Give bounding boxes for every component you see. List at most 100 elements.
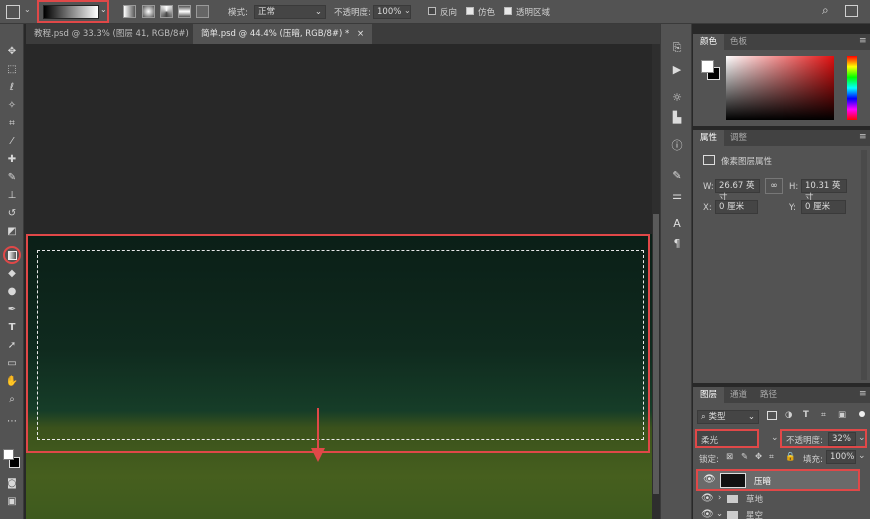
crop-tool-icon[interactable]: ⌗ (3, 116, 21, 132)
filter-shape-icon[interactable]: ⌗ (821, 410, 826, 420)
hand-tool-icon[interactable]: ✋ (3, 374, 21, 390)
visibility-eye-icon[interactable]: 👁 (701, 509, 714, 519)
foreground-color-swatch[interactable] (701, 60, 714, 73)
filter-pixel-icon[interactable] (767, 411, 777, 420)
layer-opacity-dropdown-icon[interactable]: ⌄ (858, 433, 866, 443)
blend-mode-dropdown-icon[interactable]: ⌄ (771, 433, 779, 443)
color-field[interactable] (726, 56, 834, 120)
tab-adjustments[interactable]: 调整 (723, 130, 754, 146)
visibility-eye-icon[interactable]: 👁 (701, 493, 714, 504)
pen-tool-icon[interactable]: ✒ (3, 302, 21, 318)
move-tool-icon[interactable]: ✥ (3, 44, 21, 60)
tab-paths[interactable]: 路径 (753, 387, 784, 403)
type-tool-icon[interactable]: T (3, 320, 21, 336)
fill-dropdown-icon[interactable]: ⌄ (858, 451, 866, 461)
eyedropper-tool-icon[interactable]: ⁄ (3, 134, 21, 150)
tab-simple[interactable]: 简单.psd @ 44.4% (压暗, RGB/8#) * × (193, 24, 373, 44)
history-icon[interactable]: ⎘ (669, 40, 685, 56)
linear-gradient-button[interactable] (123, 5, 136, 18)
lock-pixels-icon[interactable]: ✎ (741, 452, 748, 462)
shape-tool-icon[interactable]: ▭ (3, 356, 21, 372)
tab-color[interactable]: 颜色 (693, 34, 725, 50)
adjustments-icon[interactable]: ☼ (669, 90, 685, 106)
close-icon[interactable]: × (357, 29, 364, 39)
hue-slider[interactable] (847, 56, 857, 120)
y-field[interactable]: 0 厘米 (801, 200, 846, 214)
lock-artboard-icon[interactable]: ⌗ (769, 452, 774, 462)
dodge-tool-icon[interactable]: ● (3, 284, 21, 300)
brush-tool-icon[interactable]: ✎ (3, 170, 21, 186)
chevron-down-icon[interactable]: ⌄ (24, 5, 31, 14)
search-icon[interactable]: ⌕ (822, 3, 829, 18)
more-tools-icon[interactable]: ⋯ (3, 414, 21, 430)
tab-properties[interactable]: 属性 (693, 130, 725, 146)
brush-settings-icon[interactable]: ✎ (669, 168, 685, 184)
panel-menu-icon[interactable]: ≡ (859, 36, 867, 46)
filter-smart-object-icon[interactable]: ▣ (838, 410, 846, 420)
vertical-scrollbar[interactable] (652, 44, 660, 519)
x-field[interactable]: 0 厘米 (715, 200, 758, 214)
filter-type-icon[interactable]: T (803, 410, 809, 420)
transparency-checkbox[interactable] (504, 7, 512, 15)
layer-filter-select[interactable]: ⌕ 类型 ⌄ (697, 410, 759, 424)
histogram-icon[interactable]: ▙ (669, 110, 685, 126)
magic-wand-tool-icon[interactable]: ✧ (3, 98, 21, 114)
lock-all-icon[interactable]: 🔒 (785, 452, 796, 462)
filter-adjustment-icon[interactable]: ◑ (785, 410, 792, 420)
reverse-checkbox[interactable] (428, 7, 436, 15)
height-field[interactable]: 10.31 英寸 (801, 179, 847, 203)
radial-gradient-button[interactable] (142, 5, 155, 18)
layer-opacity-field[interactable]: 32% (828, 432, 856, 446)
properties-scrollbar[interactable] (861, 150, 867, 380)
tab-channels[interactable]: 通道 (723, 387, 754, 403)
layer-row[interactable]: 👁 › 草地 (696, 492, 860, 508)
lasso-tool-icon[interactable]: ℓ (3, 80, 21, 96)
foreground-color-swatch[interactable] (3, 449, 14, 460)
blend-mode-select[interactable]: 柔光 (695, 429, 759, 448)
character-icon[interactable]: A (669, 216, 685, 232)
opacity-dropdown-icon[interactable]: ⌄ (404, 6, 411, 15)
history-brush-tool-icon[interactable]: ↺ (3, 206, 21, 222)
workspace-icon[interactable] (845, 5, 858, 17)
chevron-right-icon[interactable]: › (718, 493, 721, 503)
screen-mode-icon[interactable]: ▣ (3, 494, 21, 510)
gradient-dropdown-icon[interactable]: ⌄ (100, 5, 107, 14)
tab-swatches[interactable]: 色板 (723, 34, 754, 50)
reflected-gradient-button[interactable] (178, 5, 191, 18)
paragraph-icon[interactable]: ¶ (669, 236, 685, 252)
mode-select[interactable]: 正常 ⌄ (254, 5, 326, 19)
fill-field[interactable]: 100% (826, 450, 856, 464)
chevron-down-icon[interactable]: ⌄ (716, 509, 723, 519)
blur-tool-icon[interactable]: ◆ (3, 266, 21, 282)
width-field[interactable]: 26.67 英寸 (715, 179, 760, 203)
actions-play-icon[interactable]: ▶ (669, 62, 685, 78)
diamond-gradient-button[interactable] (196, 5, 209, 18)
link-icon[interactable]: ∞ (765, 178, 783, 194)
gradient-picker[interactable]: ⌄ (37, 0, 109, 23)
lock-position-icon[interactable]: ✥ (755, 452, 762, 462)
layer-opacity-control[interactable]: 不透明度: 32% ⌄ (780, 429, 867, 448)
layer-row-selected[interactable]: 👁 压暗 (696, 469, 860, 491)
marquee-tool-icon[interactable]: ⬚ (3, 62, 21, 78)
visibility-eye-icon[interactable]: 👁 (703, 474, 716, 485)
eraser-tool-icon[interactable]: ◩ (3, 224, 21, 240)
panel-menu-icon[interactable]: ≡ (859, 389, 867, 399)
zoom-tool-icon[interactable]: ⌕ (3, 392, 21, 408)
tool-preset-icon[interactable] (6, 5, 20, 19)
angle-gradient-button[interactable] (160, 5, 173, 18)
layer-row[interactable]: 👁 ⌄ 星空 (696, 509, 860, 519)
gradient-tool-icon[interactable] (3, 246, 21, 264)
info-icon[interactable]: ⓘ (669, 138, 685, 154)
tab-layers[interactable]: 图层 (693, 387, 725, 403)
lock-transparent-icon[interactable]: ⊠ (726, 452, 733, 462)
scroll-thumb[interactable] (653, 214, 659, 494)
filter-toggle-icon[interactable] (859, 411, 865, 417)
quick-mask-icon[interactable]: ◙ (3, 476, 21, 492)
dither-checkbox[interactable] (466, 7, 474, 15)
panel-menu-icon[interactable]: ≡ (859, 132, 867, 142)
clone-stamp-tool-icon[interactable]: ⊥ (3, 188, 21, 204)
tool-presets-icon[interactable]: ⚌ (669, 188, 685, 204)
healing-brush-tool-icon[interactable]: ✚ (3, 152, 21, 168)
path-selection-tool-icon[interactable]: ➚ (3, 338, 21, 354)
tab-tutorial[interactable]: 教程.psd @ 33.3% (图层 41, RGB/8#) × (26, 24, 212, 44)
